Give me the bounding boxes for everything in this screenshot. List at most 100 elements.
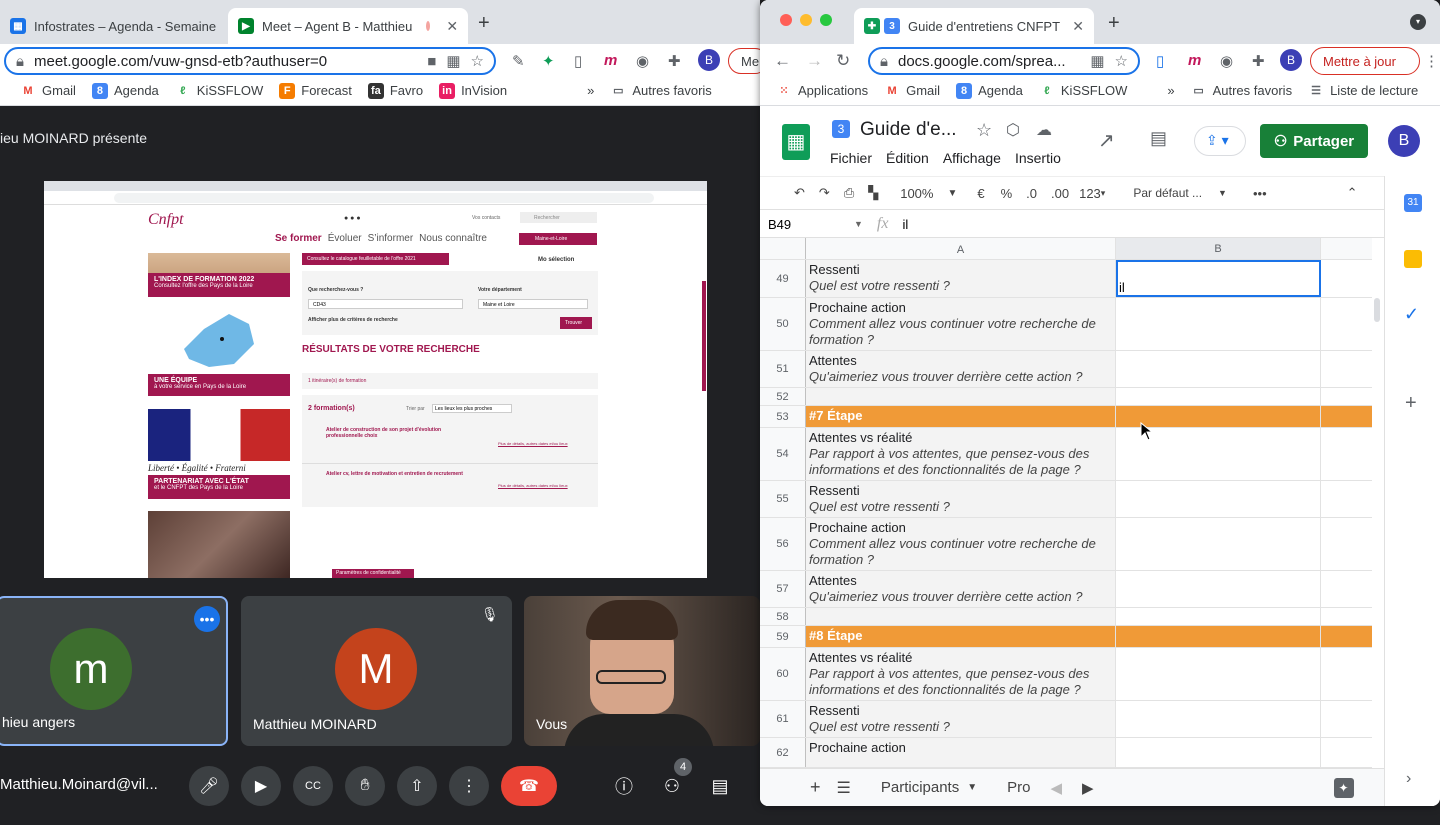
expand-panel-icon[interactable]: › <box>1406 770 1411 788</box>
cell-a[interactable] <box>806 388 1116 405</box>
redo-icon[interactable]: ↷ <box>819 185 830 201</box>
tab-search-icon[interactable]: ▾ <box>1410 14 1426 30</box>
currency-button[interactable]: € <box>977 186 984 201</box>
cell-a[interactable]: #7 Étape <box>806 406 1116 427</box>
participant-tile-self[interactable]: Vous <box>524 596 760 746</box>
decrease-decimal-button[interactable]: .0 <box>1026 186 1037 201</box>
info-icon[interactable]: ⓘ <box>604 766 644 806</box>
cell-a[interactable]: #8 Étape <box>806 626 1116 647</box>
zoom-select[interactable]: 100% <box>900 186 933 201</box>
reload-icon[interactable]: ↻ <box>836 51 850 71</box>
cell-a[interactable]: Prochaine action <box>806 738 1116 767</box>
extension-pin-icon[interactable]: ✦ <box>542 52 555 70</box>
new-tab-icon[interactable]: + <box>478 12 490 35</box>
row-number[interactable]: 60 <box>760 648 806 700</box>
cell-a[interactable]: Ressenti Quel est votre ressenti ? <box>806 481 1116 517</box>
participant-tile-moinard[interactable]: M 🎙︎ Matthieu MOINARD <box>241 596 512 746</box>
calendar-icon[interactable]: 31 <box>1404 194 1422 212</box>
raise-hand-icon[interactable]: ✋︎ <box>345 766 385 806</box>
cell-a[interactable]: Attentes Qu'aimeriez vous trouver derrièr… <box>806 571 1116 607</box>
cell-b[interactable] <box>1116 701 1321 737</box>
activity-trend-icon[interactable]: ↗ <box>1098 128 1115 153</box>
cell-a[interactable]: Prochaine action Comment allez vous conti… <box>806 298 1116 350</box>
row-number[interactable]: 54 <box>760 428 806 480</box>
bookmarks-more[interactable]: » <box>587 83 594 98</box>
row-number[interactable]: 59 <box>760 626 806 647</box>
keep-icon[interactable] <box>1404 250 1422 268</box>
cell-b[interactable] <box>1116 648 1321 700</box>
extension-doc-icon[interactable]: ▯ <box>574 52 582 70</box>
bookmark-kissflow[interactable]: ℓ KiSSFLOW <box>1039 83 1127 99</box>
bookmarks-more[interactable]: » <box>1167 83 1174 98</box>
forward-icon[interactable]: → <box>806 51 823 71</box>
name-box[interactable]: B49 <box>768 217 854 232</box>
sheet-grid[interactable]: A B 49 Ressenti Quel est votre ressenti ? i… <box>760 238 1384 768</box>
maximize-window-icon[interactable] <box>820 14 832 26</box>
profile-avatar[interactable]: B <box>1280 49 1302 71</box>
cell-b[interactable] <box>1116 298 1321 350</box>
cell-b[interactable] <box>1116 626 1321 647</box>
omnibox[interactable]: 🔒︎ docs.google.com/sprea... ▦ ☆ <box>868 47 1140 75</box>
bookmark-agenda[interactable]: 8 Agenda <box>91 82 159 99</box>
share-button[interactable]: ⚇ Partager <box>1260 124 1368 158</box>
print-icon[interactable]: ⎙ <box>844 185 854 201</box>
menu-edition[interactable]: Édition <box>886 150 929 166</box>
all-sheets-icon[interactable]: ☰ <box>837 778 851 798</box>
row-number[interactable]: 51 <box>760 351 806 387</box>
star-icon[interactable]: ☆ <box>1115 52 1128 70</box>
cell-a[interactable]: Prochaine action Comment allez vous conti… <box>806 518 1116 570</box>
column-header-a[interactable]: A <box>806 238 1116 259</box>
row-number[interactable]: 50 <box>760 298 806 350</box>
tab-guide[interactable]: ✚ 3 Guide d'entretiens CNFPT ✕ <box>854 8 1094 44</box>
row-number[interactable]: 56 <box>760 518 806 570</box>
chat-icon[interactable]: ▤ <box>700 766 740 806</box>
formula-input[interactable]: il <box>902 217 908 232</box>
row-number[interactable]: 58 <box>760 608 806 625</box>
star-icon[interactable]: ☆ <box>471 52 484 70</box>
cell-b[interactable] <box>1116 608 1321 625</box>
cell-a[interactable]: Attentes vs réalité Par rapport à vos att… <box>806 648 1116 700</box>
menu-insertion[interactable]: Insertio <box>1015 150 1061 166</box>
cell-b[interactable] <box>1116 518 1321 570</box>
move-icon[interactable]: ⬡ <box>1006 120 1020 140</box>
reading-list[interactable]: ☰ Liste de lecture <box>1308 83 1418 99</box>
paint-format-icon[interactable]: ▚ <box>868 185 878 201</box>
cell-b[interactable] <box>1116 481 1321 517</box>
cell-b[interactable] <box>1116 351 1321 387</box>
explore-icon[interactable]: ✦ <box>1333 777 1354 798</box>
bookmark-gmail[interactable]: M Gmail <box>20 83 76 99</box>
cell-a[interactable]: Ressenti Quel est votre ressenti ? <box>806 701 1116 737</box>
account-avatar[interactable]: B <box>1388 125 1420 157</box>
row-number[interactable]: 61 <box>760 701 806 737</box>
screenshot-icon[interactable]: ◉ <box>636 52 649 70</box>
cell-b[interactable] <box>1116 388 1321 405</box>
vertical-scrollbar[interactable] <box>1374 298 1380 322</box>
cell-b[interactable]: il <box>1116 260 1321 297</box>
row-number[interactable]: 62 <box>760 738 806 767</box>
bookmark-gmail[interactable]: M Gmail <box>884 83 941 99</box>
bookmark-apps[interactable]: ⁙ Applications <box>776 83 868 99</box>
bookmark-favro[interactable]: fa Favro <box>367 82 423 99</box>
add-sheet-icon[interactable]: + <box>810 777 821 798</box>
undo-icon[interactable]: ↶ <box>794 185 805 201</box>
document-title[interactable]: Guide d'e... <box>860 119 957 141</box>
sheet-tab-pro[interactable]: Pro <box>1007 779 1030 796</box>
puzzle-icon[interactable]: ✚ <box>668 52 681 70</box>
present-screen-icon[interactable]: ⇧ <box>397 766 437 806</box>
other-favorites[interactable]: ▭ Autres favoris <box>610 83 712 99</box>
puzzle-icon[interactable]: ✚ <box>1252 52 1265 70</box>
font-select[interactable]: Par défaut ... <box>1133 186 1202 200</box>
menu-fichier[interactable]: Fichier <box>830 150 872 166</box>
percent-button[interactable]: % <box>1001 186 1013 201</box>
update-button[interactable]: Mettre à jour <box>1310 47 1420 75</box>
menu-affichage[interactable]: Affichage <box>943 150 1001 166</box>
cell-b[interactable] <box>1116 738 1321 767</box>
cell-a[interactable] <box>806 608 1116 625</box>
cell-a[interactable]: Attentes vs réalité Par rapport à vos att… <box>806 428 1116 480</box>
more-icon[interactable]: ••• <box>1253 186 1267 201</box>
cell-a[interactable]: Attentes Qu'aimeriez vous trouver derrièr… <box>806 351 1116 387</box>
comments-icon[interactable]: ▤ <box>1150 128 1167 149</box>
extension-m-icon[interactable]: m <box>604 52 617 69</box>
row-number[interactable]: 53 <box>760 406 806 427</box>
participant-tile-angers[interactable]: m ••• hieu angers <box>0 596 228 746</box>
